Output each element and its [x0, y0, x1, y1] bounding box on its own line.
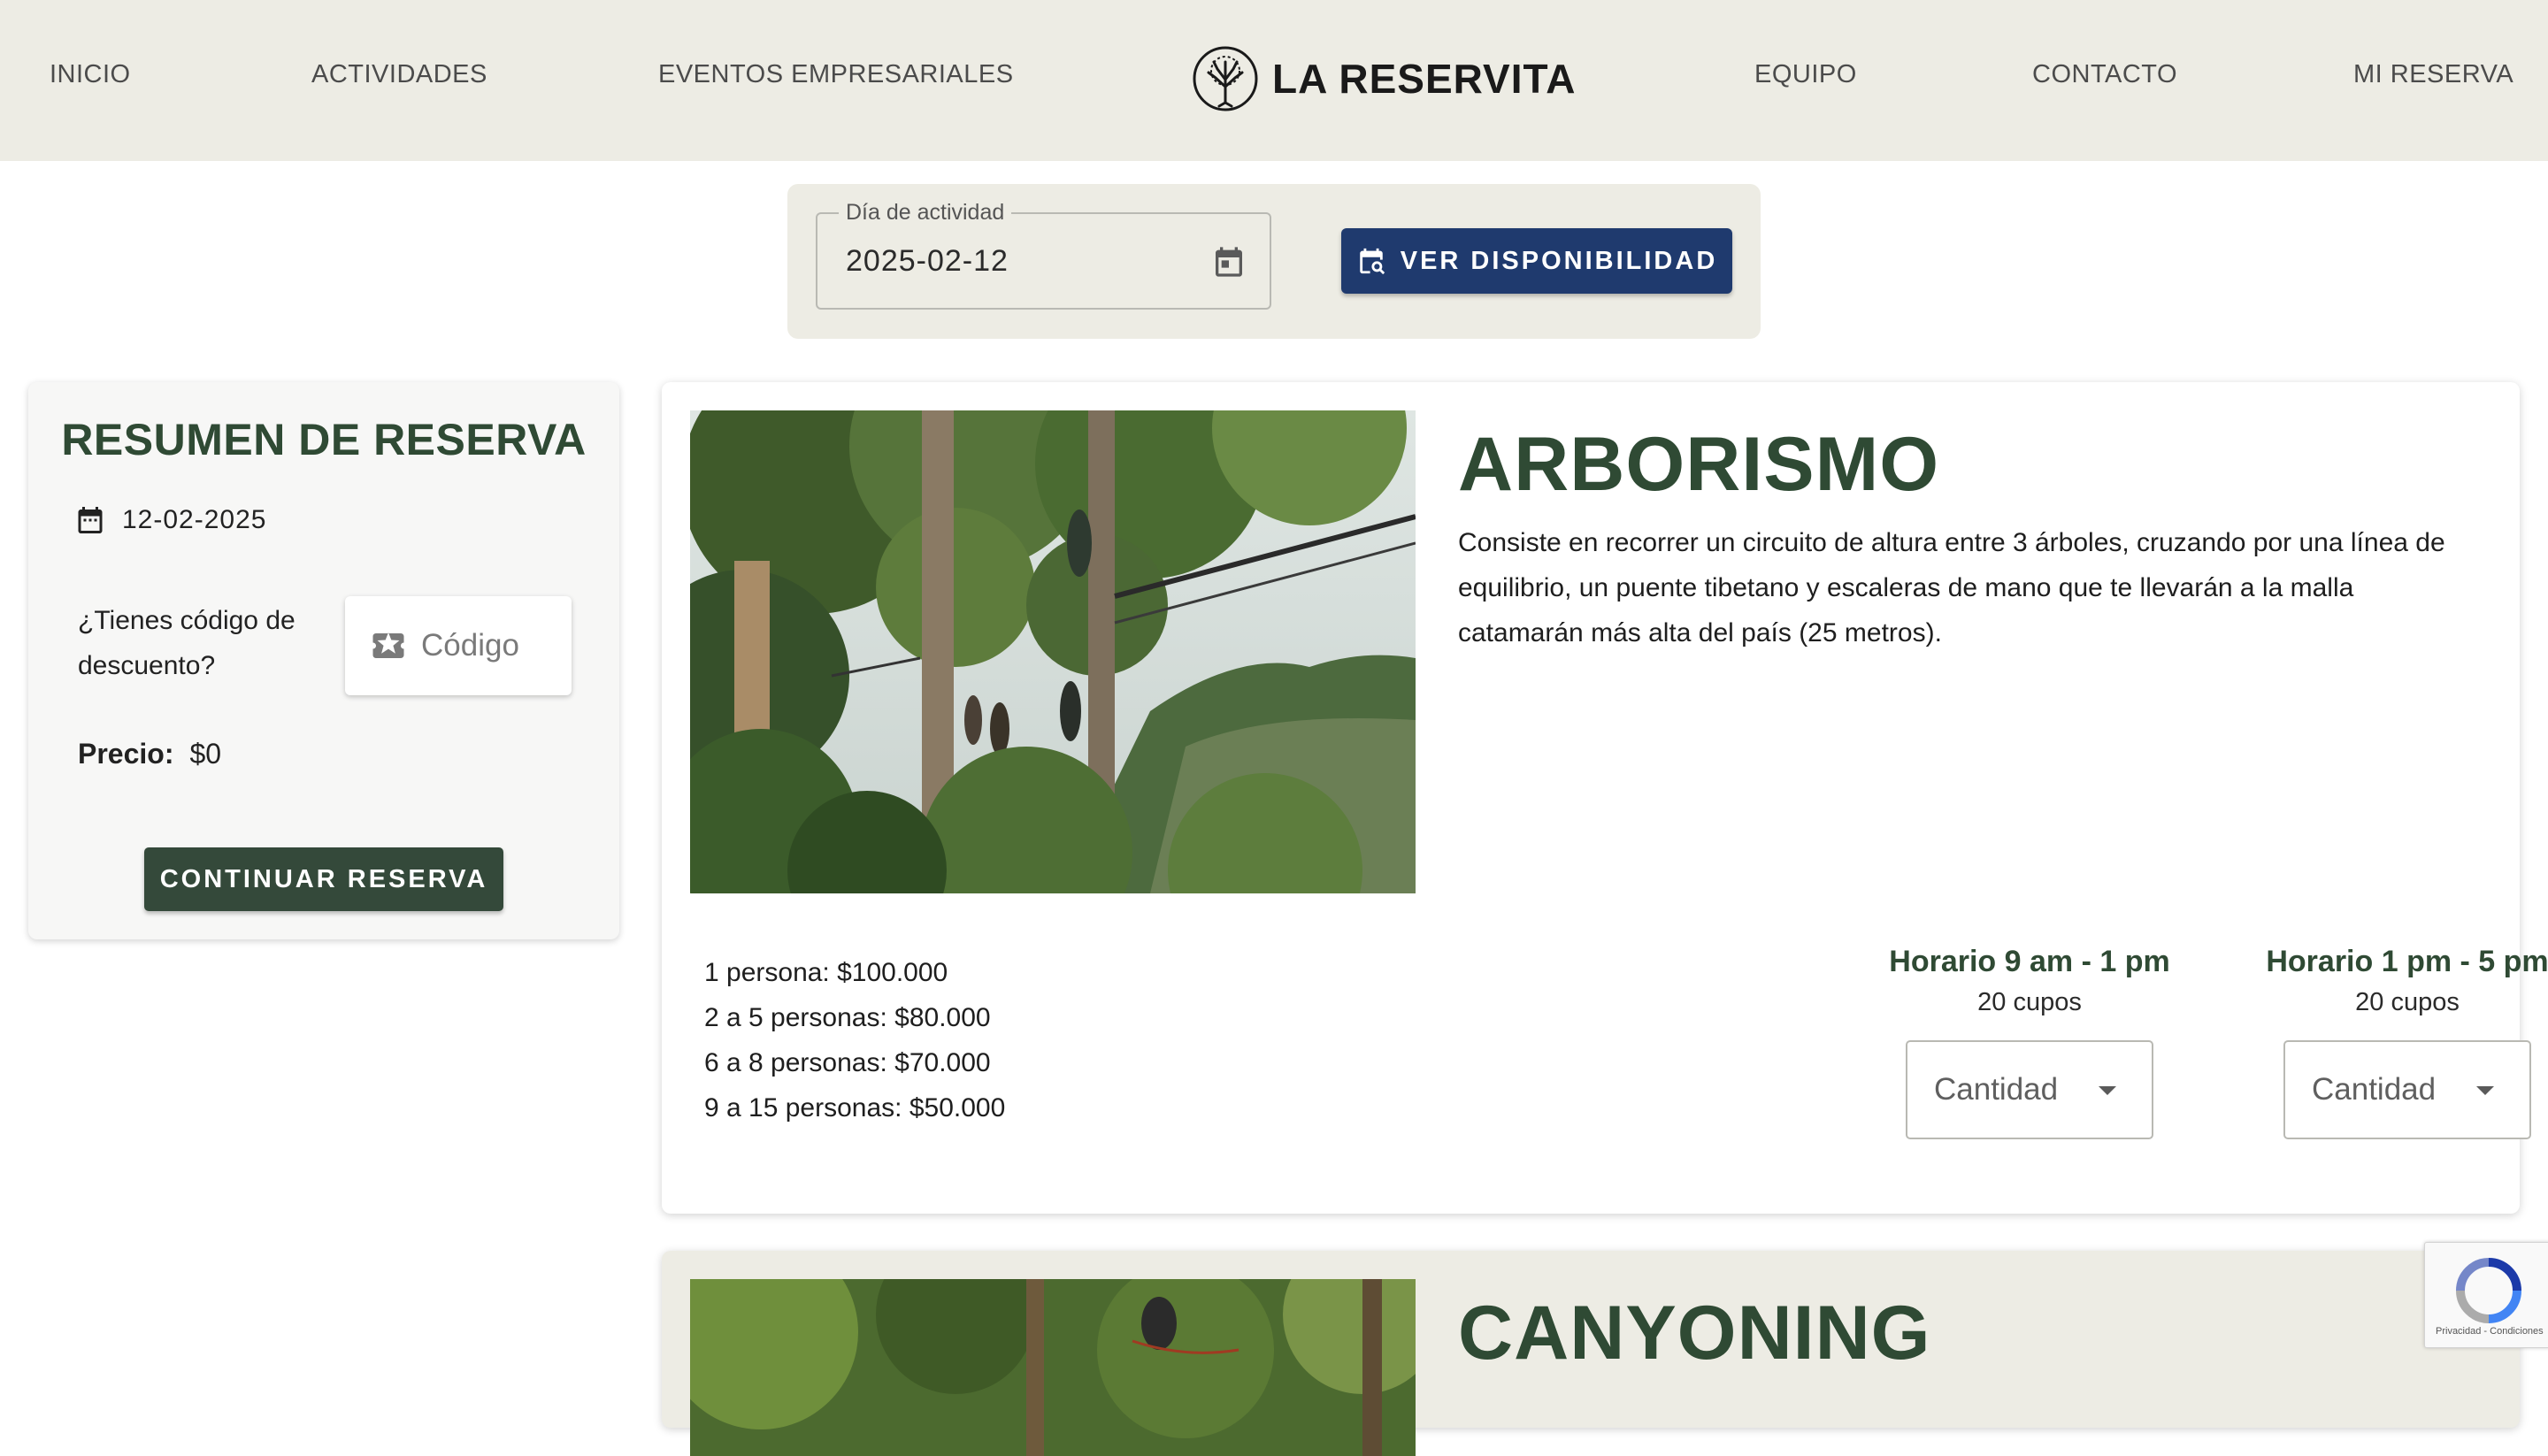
quantity-select-value: Cantidad [1934, 1072, 2059, 1107]
nav-link-contacto[interactable]: CONTACTO [2032, 60, 2177, 89]
summary-price: Precio: $0 [78, 738, 221, 770]
canyoning-photo [690, 1279, 1416, 1456]
brand-name: LA RESERVITA [1272, 56, 1577, 102]
recaptcha-badge[interactable]: Privacidad - Condiciones [2424, 1242, 2548, 1348]
price-line: 1 persona: $100.000 [704, 958, 948, 987]
activity-photo [690, 410, 1416, 893]
arborismo-photo [690, 410, 1416, 893]
calendar-icon[interactable] [1211, 244, 1247, 280]
recaptcha-icon [2456, 1258, 2521, 1323]
check-availability-label: VER DISPONIBILIDAD [1400, 246, 1718, 275]
price-line: 2 a 5 personas: $80.000 [704, 1003, 991, 1032]
ticket-icon [372, 632, 404, 658]
slot-capacity: 20 cupos [2355, 988, 2460, 1016]
continue-booking-button[interactable]: CONTINUAR RESERVA [144, 847, 503, 911]
price-value: $0 [189, 738, 222, 770]
summary-title: RESUMEN DE RESERVA [61, 415, 587, 464]
activity-card-arborismo: ARBORISMO Consiste en recorrer un circui… [662, 382, 2548, 1214]
time-slot-morning: Horario 9 am - 1 pm 20 cupos Cantidad [1870, 945, 2189, 1139]
slot-capacity: 20 cupos [1977, 988, 2082, 1016]
price-line: 6 a 8 personas: $70.000 [704, 1048, 991, 1077]
activity-date-field[interactable]: Día de actividad 2025-02-12 [816, 200, 1271, 310]
brand-logo[interactable]: LA RESERVITA [1191, 44, 1576, 113]
chevron-down-icon [2099, 1086, 2116, 1095]
slot-title: Horario 1 pm - 5 pm [2266, 945, 2548, 978]
summary-date: 12-02-2025 [74, 504, 266, 536]
price-line: 9 a 15 personas: $50.000 [704, 1093, 1006, 1123]
quantity-select-value: Cantidad [2312, 1072, 2437, 1107]
time-slot-afternoon: Horario 1 pm - 5 pm 20 cupos Cantidad [2248, 945, 2548, 1139]
activity-card-canyoning: CANYONING [662, 1251, 2520, 1456]
chevron-down-icon [2476, 1086, 2494, 1095]
quantity-select-afternoon[interactable]: Cantidad [2283, 1040, 2531, 1139]
price-list: 1 persona: $100.000 2 a 5 personas: $80.… [704, 950, 1005, 1130]
nav-link-inicio[interactable]: INICIO [50, 60, 131, 89]
quantity-select-morning[interactable]: Cantidad [1906, 1040, 2153, 1139]
top-navigation: INICIO ACTIVIDADES EVENTOS EMPRESARIALES… [0, 0, 2548, 161]
check-availability-button[interactable]: VER DISPONIBILIDAD [1341, 228, 1732, 294]
activity-title: ARBORISMO [1458, 422, 1940, 507]
booking-summary-card: RESUMEN DE RESERVA 12-02-2025 ¿Tienes có… [28, 382, 619, 939]
recaptcha-footer-text[interactable]: Privacidad - Condiciones [2436, 1326, 2544, 1337]
slot-title: Horario 9 am - 1 pm [1889, 945, 2170, 978]
discount-question: ¿Tienes código de descuento? [78, 606, 295, 680]
nav-link-mi-reserva[interactable]: MI RESERVA [2353, 60, 2513, 89]
tree-logo-icon [1193, 46, 1258, 111]
calendar-icon [78, 507, 103, 533]
price-label: Precio: [78, 738, 174, 770]
nav-link-eventos-empresariales[interactable]: EVENTOS EMPRESARIALES [658, 60, 1014, 89]
activity-date-value[interactable]: 2025-02-12 [846, 244, 1009, 279]
activity-date-label: Día de actividad [839, 200, 1012, 226]
activity-description: Consiste en recorrer un circuito de altu… [1458, 528, 2445, 648]
discount-code-placeholder: Código [421, 628, 519, 663]
activity-photo [690, 1279, 1416, 1456]
calendar-search-icon [1359, 248, 1385, 275]
activity-title: CANYONING [1458, 1291, 1931, 1376]
nav-link-equipo[interactable]: EQUIPO [1754, 60, 1857, 89]
summary-date-value: 12-02-2025 [122, 505, 267, 534]
discount-code-input[interactable]: Código [345, 596, 572, 695]
date-selector-bar: Día de actividad 2025-02-12 VER DISPONIB… [787, 184, 1761, 339]
nav-link-actividades[interactable]: ACTIVIDADES [311, 60, 487, 89]
